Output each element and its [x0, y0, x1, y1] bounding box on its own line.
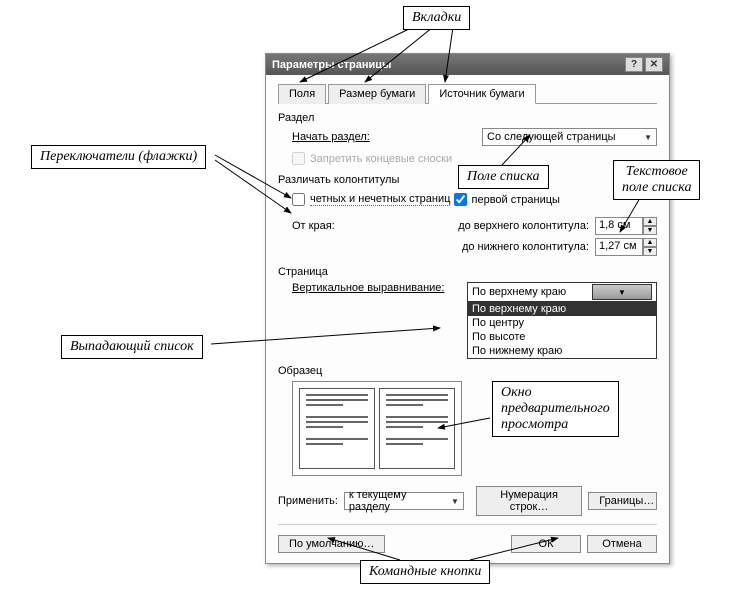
first-page-checkbox[interactable] — [454, 193, 467, 206]
dropdown-button-icon[interactable]: ▼ — [592, 284, 652, 300]
sample-heading: Образец — [278, 365, 657, 377]
borders-button[interactable]: Границы… — [588, 492, 657, 510]
header-spin-up[interactable]: ▲ — [643, 217, 657, 226]
footer-spin-up[interactable]: ▲ — [643, 238, 657, 247]
footer-spin-down[interactable]: ▼ — [643, 247, 657, 256]
preview-pane — [292, 381, 462, 476]
first-page-label: первой страницы — [472, 194, 560, 206]
close-button[interactable]: ✕ — [645, 57, 663, 72]
chevron-down-icon: ▼ — [644, 133, 652, 142]
annotation-tabs: Вкладки — [403, 6, 470, 30]
default-button[interactable]: По умолчанию… — [278, 535, 385, 553]
header-distance-input[interactable]: 1,8 см — [595, 217, 643, 235]
page-heading: Страница — [278, 266, 657, 278]
valign-opt-bottom[interactable]: По нижнему краю — [468, 344, 656, 358]
line-numbers-button[interactable]: Нумерация строк… — [476, 486, 582, 516]
footer-distance-input[interactable]: 1,27 см — [595, 238, 643, 256]
start-section-label: Начать раздел: — [292, 131, 370, 143]
preview-page-right — [379, 388, 455, 469]
start-section-value: Со следующей страницы — [487, 131, 616, 143]
to-footer-label: до нижнего колонтитула: — [462, 241, 589, 253]
odd-even-checkbox[interactable] — [292, 193, 305, 206]
annotation-cmdbuttons: Командные кнопки — [360, 560, 490, 584]
header-spin-down[interactable]: ▼ — [643, 226, 657, 235]
valign-label: Вертикальное выравнивание: — [292, 282, 444, 294]
suppress-endnotes-checkbox — [292, 152, 305, 165]
dialog-title: Параметры страницы — [272, 59, 391, 71]
tab-fields[interactable]: Поля — [278, 84, 326, 104]
annotation-textlistfield: Текстовое поле списка — [613, 160, 700, 200]
tab-paper-source[interactable]: Источник бумаги — [428, 84, 535, 104]
apply-to-value: к текущему разделу — [349, 489, 447, 513]
valign-listbox[interactable]: По верхнему краю По центру По высоте По … — [468, 302, 656, 358]
valign-opt-justify[interactable]: По высоте — [468, 330, 656, 344]
ok-button[interactable]: ОК — [511, 535, 581, 553]
valign-opt-top[interactable]: По верхнему краю — [468, 302, 656, 316]
separator — [278, 524, 657, 525]
tab-paper-size[interactable]: Размер бумаги — [328, 84, 426, 104]
annotation-listfield: Поле списка — [458, 165, 549, 189]
to-header-label: до верхнего колонтитула: — [458, 220, 589, 232]
start-section-combo[interactable]: Со следующей страницы ▼ — [482, 128, 657, 146]
apply-to-label: Применить: — [278, 495, 338, 507]
annotation-switches: Переключатели (флажки) — [31, 145, 206, 169]
annotation-preview: Окно предварительного просмотра — [492, 381, 619, 437]
valign-selected: По верхнему краю — [472, 286, 566, 298]
valign-dropdown[interactable]: По верхнему краю ▼ По верхнему краю По ц… — [467, 282, 657, 359]
help-button[interactable]: ? — [625, 57, 643, 72]
page-setup-dialog: Параметры страницы ? ✕ Поля Размер бумаг… — [265, 53, 670, 564]
preview-page-left — [299, 388, 375, 469]
chevron-down-icon: ▼ — [451, 497, 459, 506]
annotation-dropdown: Выпадающий список — [61, 335, 203, 359]
tab-bar: Поля Размер бумаги Источник бумаги — [278, 83, 657, 104]
section-heading: Раздел — [278, 112, 657, 124]
valign-opt-center[interactable]: По центру — [468, 316, 656, 330]
cancel-button[interactable]: Отмена — [587, 535, 657, 553]
apply-to-combo[interactable]: к текущему разделу ▼ — [344, 492, 464, 510]
from-edge-label: От края: — [292, 220, 335, 232]
suppress-endnotes-label: Запретить концевые сноски — [310, 153, 452, 165]
odd-even-label: четных и нечетных страниц — [310, 193, 450, 206]
titlebar: Параметры страницы ? ✕ — [266, 54, 669, 75]
